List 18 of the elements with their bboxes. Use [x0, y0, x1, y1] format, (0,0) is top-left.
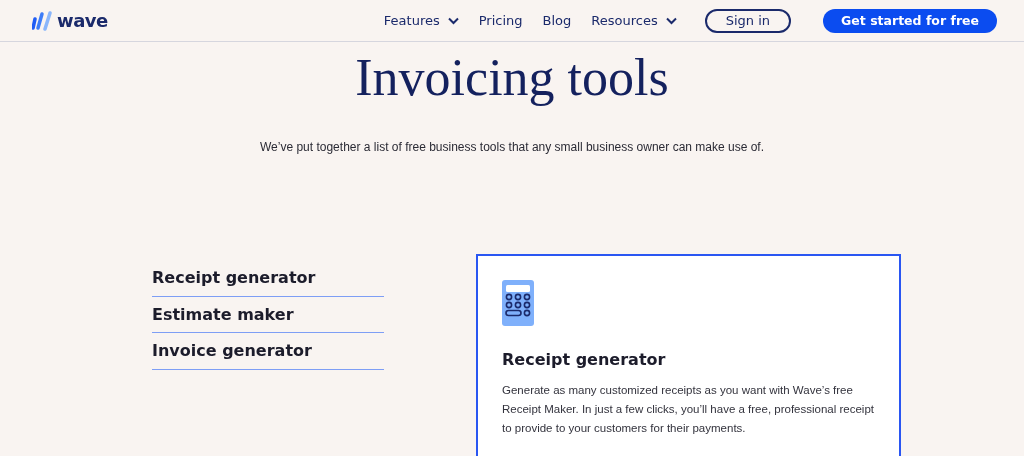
- nav-link[interactable]: Resources: [591, 13, 677, 28]
- card-title: Receipt generator: [502, 350, 666, 369]
- card-description: Generate as many customized receipts as you want with Wave’s free Receipt Maker. In just a few clicks, you’ll have a free, professional receipt to provide to your customers for their payments.: [502, 383, 875, 436]
- tool-link[interactable]: Receipt generator: [152, 260, 384, 297]
- subtitle: We’ve put together a list of free business tools that any small business owner can make use of.: [259, 140, 764, 154]
- tool-link[interactable]: Invoice generator: [152, 333, 384, 370]
- tool-link[interactable]: Estimate maker: [152, 296, 384, 333]
- nav-link[interactable]: Features: [383, 13, 459, 28]
- calculator-icon: [502, 280, 534, 326]
- nav-link[interactable]: Pricing: [478, 13, 523, 28]
- logo-text: wave: [57, 10, 108, 31]
- get-started-button[interactable]: Get started for free: [823, 8, 997, 33]
- nav-link[interactable]: Blog: [542, 13, 572, 28]
- page-title: Invoicing tools: [355, 49, 669, 106]
- sign-in-button[interactable]: Sign in: [704, 8, 792, 33]
- chevron-down-icon: [665, 16, 677, 25]
- logo-icon: [32, 10, 54, 31]
- chevron-down-icon: [447, 16, 459, 25]
